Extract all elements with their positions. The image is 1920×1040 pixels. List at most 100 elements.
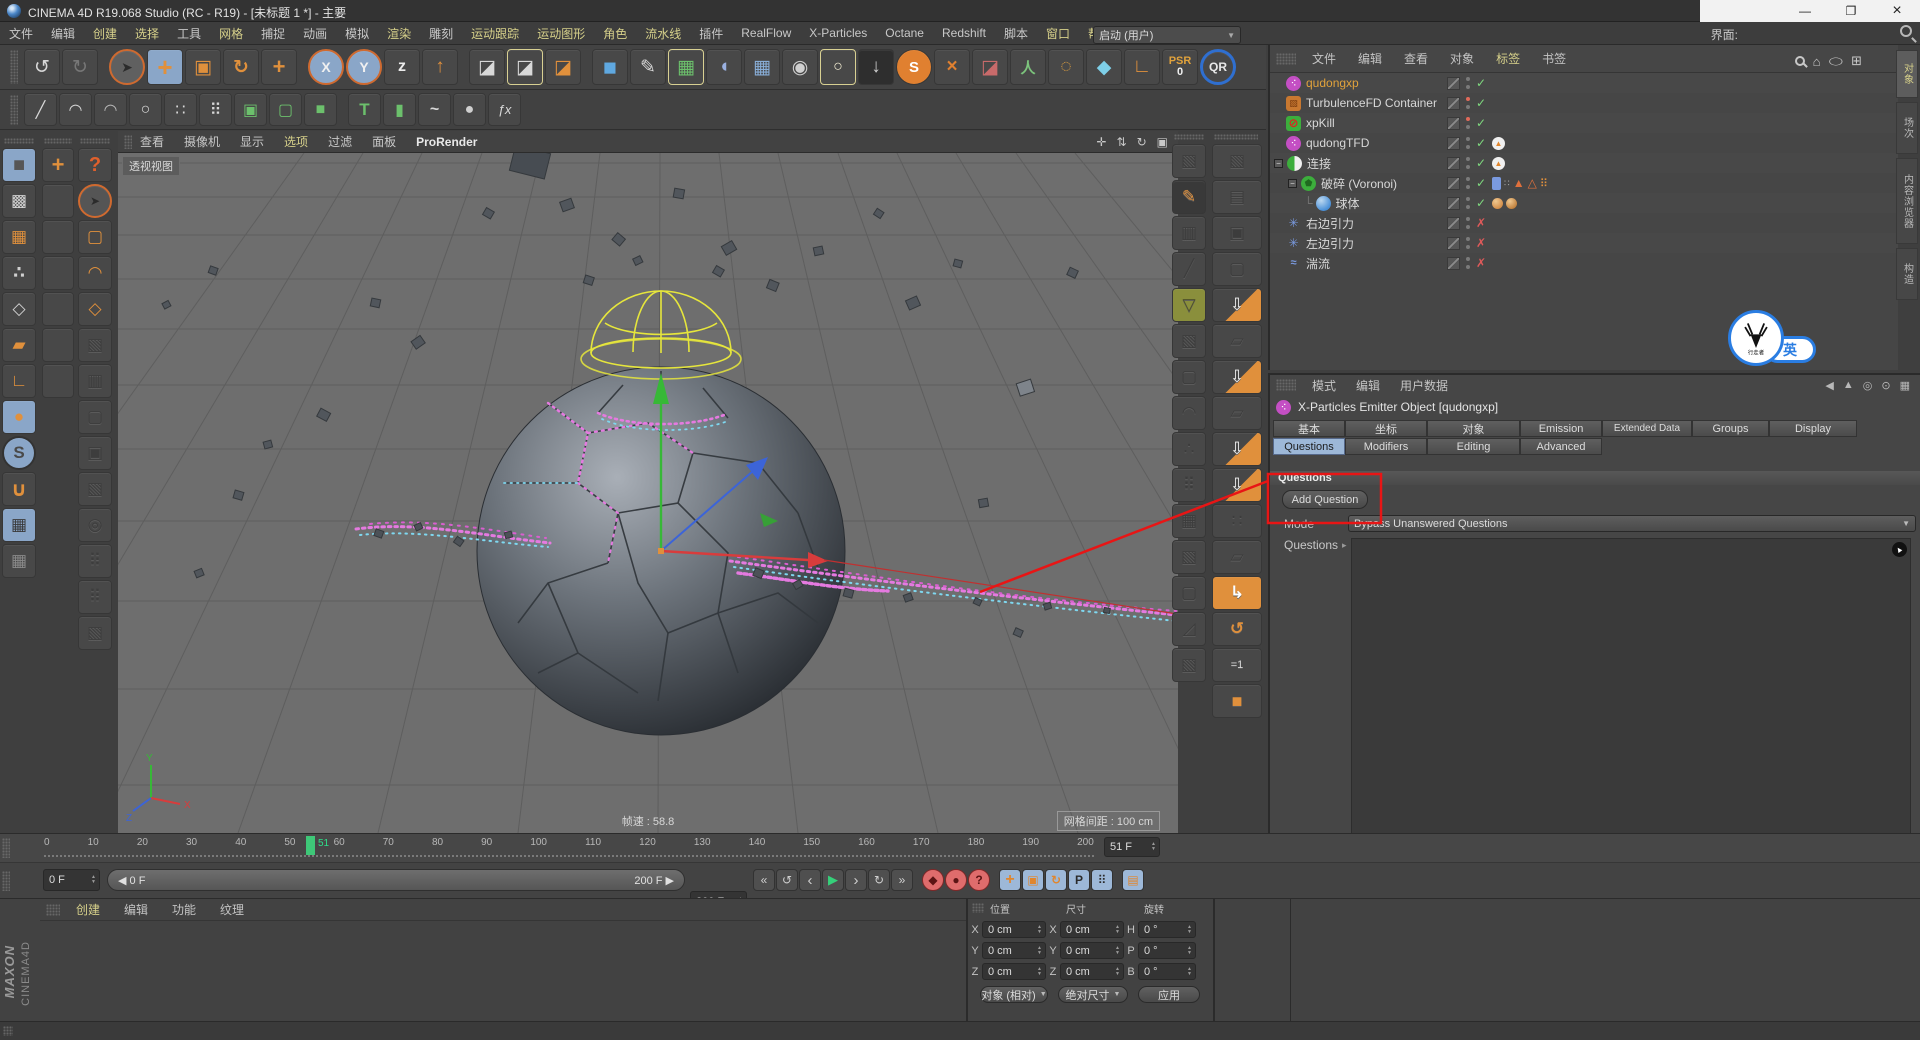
viewport-menu-item[interactable]: 过滤 xyxy=(328,133,352,150)
viewport-menu-item[interactable]: 选项 xyxy=(284,133,308,150)
pan-view-icon[interactable]: ✛ xyxy=(1096,135,1106,149)
menu-item[interactable]: 雕刻 xyxy=(420,22,462,45)
apply-button[interactable]: 应用 xyxy=(1138,986,1200,1003)
last-tool-icon[interactable]: + xyxy=(261,49,297,85)
help-icon[interactable]: ? xyxy=(78,148,112,182)
goto-end-button[interactable]: » xyxy=(891,869,913,891)
object-menu-item[interactable]: 文件 xyxy=(1312,50,1336,67)
material-menu-item[interactable]: 纹理 xyxy=(220,901,244,918)
size-y-field[interactable]: 0 cm ▲ ▼ xyxy=(1060,942,1124,959)
position-y-field[interactable]: 0 cm ▲ ▼ xyxy=(982,942,1046,959)
object-row[interactable]: ▧ TurbulenceFD Container ✓ xyxy=(1270,93,1898,113)
disabled-cross-icon[interactable]: ✗ xyxy=(1476,236,1486,250)
tweak-mode-icon[interactable]: ● xyxy=(2,400,36,434)
polygon-pen-icon[interactable]: ✎ xyxy=(1172,180,1206,214)
translator-badge[interactable]: 英 行走者 xyxy=(1728,310,1838,370)
character-icon[interactable]: 人 xyxy=(1010,49,1046,85)
menu-item[interactable]: Redshift xyxy=(933,22,995,45)
cube-dots-icon[interactable]: ▣ xyxy=(1212,216,1262,250)
empty-slot[interactable] xyxy=(42,220,74,254)
object-menu-item[interactable]: 对象 xyxy=(1450,50,1474,67)
position-x-field[interactable]: 0 cm ▲ ▼ xyxy=(982,921,1046,938)
disabled-tool-icon[interactable]: ◎ xyxy=(78,508,112,542)
layer-box[interactable] xyxy=(1447,216,1460,230)
array-tool-icon[interactable]: ∷ xyxy=(164,93,197,126)
rotate-tool-icon[interactable]: ↻ xyxy=(223,49,259,85)
range-end-handle[interactable]: 200 F ▶ xyxy=(634,874,674,887)
toggle-view-icon[interactable]: ▣ xyxy=(1157,135,1168,149)
menu-item[interactable]: X-Particles xyxy=(800,22,876,45)
enabled-check-icon[interactable]: ✓ xyxy=(1476,116,1486,130)
viewport-menu-item[interactable]: ProRender xyxy=(416,135,477,149)
tab-objects[interactable]: 对象 xyxy=(1896,50,1918,98)
tab-basic[interactable]: 基本 xyxy=(1273,420,1345,437)
next-frame-button[interactable]: › xyxy=(845,869,867,891)
visibility-dots[interactable] xyxy=(1466,237,1470,249)
view-label[interactable]: 透视视图 xyxy=(122,156,180,176)
coord-system-icon[interactable]: ↑ xyxy=(422,49,458,85)
orange-cube-icon[interactable]: ■ xyxy=(1212,684,1262,718)
visibility-dots[interactable] xyxy=(1466,117,1470,129)
model-mode-icon[interactable]: ■ xyxy=(2,148,36,182)
lock-z-axis-icon[interactable]: z xyxy=(384,49,420,85)
axis-mode-icon[interactable]: ∟ xyxy=(2,364,36,398)
brush-tool-icon[interactable]: ◠ xyxy=(59,93,92,126)
floor-icon[interactable]: ↓ xyxy=(858,49,894,85)
spline-arc-icon[interactable]: ◠ xyxy=(94,93,127,126)
add-primitive-icon[interactable]: ■ xyxy=(592,49,628,85)
viewport-3d[interactable]: YXZ 透视视图 帧速 : 58.8 网格间距 : 100 cm xyxy=(0,144,1639,834)
attribute-menu-item[interactable]: 模式 xyxy=(1312,377,1336,394)
layer-box[interactable] xyxy=(1447,96,1460,110)
empty-slot[interactable] xyxy=(42,364,74,398)
sep[interactable] xyxy=(339,93,346,126)
object-row[interactable]: − 连接 ✓ ▲ xyxy=(1270,153,1898,173)
menu-item[interactable]: 工具 xyxy=(168,22,210,45)
up-icon[interactable]: ▲ xyxy=(1843,379,1854,391)
menu-item[interactable]: 窗口 xyxy=(1037,22,1079,45)
points-mode-icon[interactable]: ∴ xyxy=(2,256,36,290)
tfd-emission-tag-icon[interactable]: ▲ xyxy=(1492,136,1505,150)
grid-tool-icon[interactable]: ▦ xyxy=(1172,504,1206,538)
anim-scale-button[interactable]: ▣ xyxy=(1022,869,1044,891)
light-icon[interactable]: ○ xyxy=(820,49,856,85)
mode-select[interactable]: Bypass Unanswered Questions ▼ xyxy=(1348,515,1917,532)
coord-mode-select[interactable]: 对象 (相对) ▼ xyxy=(980,986,1048,1003)
anim-move-button[interactable]: + xyxy=(999,869,1021,891)
visibility-dots[interactable] xyxy=(1466,257,1470,269)
bricks-icon[interactable]: ▤ xyxy=(1212,180,1262,214)
viewport-menu-item[interactable]: 查看 xyxy=(140,133,164,150)
tab-questions[interactable]: Questions xyxy=(1273,438,1345,455)
enabled-check-icon[interactable]: ✓ xyxy=(1476,156,1486,170)
layer-box[interactable] xyxy=(1447,236,1460,250)
menu-item[interactable]: 捕捉 xyxy=(252,22,294,45)
menu-item[interactable]: 创建 xyxy=(84,22,126,45)
menu-item[interactable]: 选择 xyxy=(126,22,168,45)
move-tool-icon[interactable]: + xyxy=(147,49,183,85)
menu-item[interactable]: 流水线 xyxy=(636,22,690,45)
shader-ball-icon[interactable]: ● xyxy=(453,93,486,126)
scatter-tool-icon[interactable]: ∴ xyxy=(1172,432,1206,466)
tab-emission[interactable]: Emission xyxy=(1520,420,1602,437)
disabled-tool-icon[interactable]: ▧ xyxy=(78,616,112,650)
rotation-b-field[interactable]: 0 ° ▲ ▼ xyxy=(1138,963,1196,980)
live-select-icon[interactable]: ➤ xyxy=(78,184,112,218)
menu-item[interactable]: 运动图形 xyxy=(528,22,594,45)
lock-x-axis-icon[interactable]: X xyxy=(308,49,344,85)
visibility-dots[interactable] xyxy=(1466,197,1470,209)
green-cube-icon[interactable]: ■ xyxy=(304,93,337,126)
current-frame-marker[interactable] xyxy=(306,836,315,855)
attribute-menu-item[interactable]: 用户数据 xyxy=(1400,377,1448,394)
cube-icon[interactable]: ▢ xyxy=(1212,252,1262,286)
anim-parameter-button[interactable]: P xyxy=(1068,869,1090,891)
disabled-tool-icon[interactable]: ▧ xyxy=(78,328,112,362)
poly-select-icon[interactable]: ◇ xyxy=(78,292,112,326)
menu-item[interactable]: 文件 xyxy=(0,22,42,45)
questions-section-header[interactable]: Questions xyxy=(1270,471,1920,485)
interface-select[interactable]: 启动 (用户) ▼ xyxy=(1093,26,1242,44)
viewport-menu-item[interactable]: 摄像机 xyxy=(184,133,220,150)
xpresso-icon[interactable]: × xyxy=(934,49,970,85)
spline-circle-icon[interactable]: ○ xyxy=(129,93,162,126)
lock-y-axis-icon[interactable]: Y xyxy=(346,49,382,85)
enabled-check-icon[interactable]: ✓ xyxy=(1476,76,1486,90)
knife-tool-icon[interactable]: ╱ xyxy=(24,93,57,126)
